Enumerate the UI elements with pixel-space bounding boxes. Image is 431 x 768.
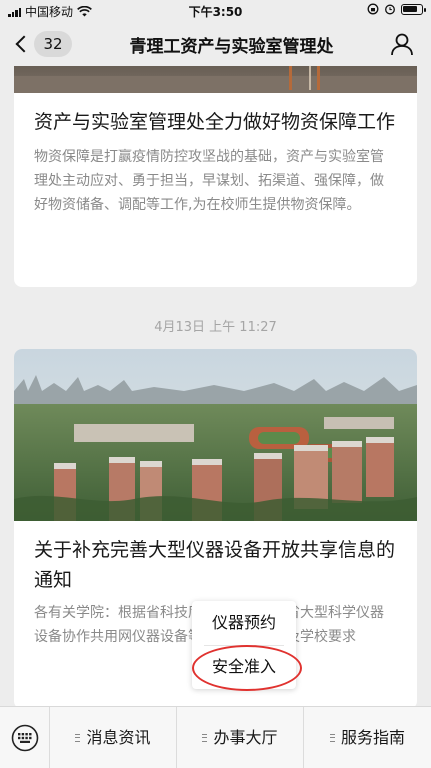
article-image <box>14 66 417 93</box>
person-icon <box>391 33 413 56</box>
back-button[interactable]: 32 <box>12 31 72 57</box>
menu-lines-icon <box>202 733 208 742</box>
menu-service-guide[interactable]: 服务指南 <box>304 707 431 768</box>
article-title: 关于补充完善大型仪器设备开放共享信息的通知 <box>34 539 396 591</box>
orientation-lock-icon <box>367 3 379 15</box>
menu-news[interactable]: 消息资讯 <box>50 707 177 768</box>
battery-icon <box>401 3 426 15</box>
message-timestamp: 4月13日 上午 11:27 <box>154 320 277 335</box>
article-summary: 物资保障是打赢疫情防控攻坚战的基础，资产与实验室管理处主动应对、勇于担当，早谋划… <box>34 149 384 213</box>
status-bar: 中国移动 下午3:50 <box>0 0 431 22</box>
bottom-menu-bar: 消息资讯 办事大厅 服务指南 <box>0 706 431 768</box>
article-card[interactable]: 资产与实验室管理处全力做好物资保障工作 物资保障是打赢疫情防控攻坚战的基础，资产… <box>14 66 417 287</box>
profile-button[interactable] <box>389 31 415 57</box>
nav-bar: 32 青理工资产与实验室管理处 <box>0 22 431 66</box>
menu-lines-icon <box>75 733 81 742</box>
page-title: 青理工资产与实验室管理处 <box>129 37 334 57</box>
menu-service-guide-label: 服务指南 <box>340 728 405 747</box>
status-right <box>367 3 426 15</box>
highlight-circle <box>192 645 302 691</box>
unread-count-badge: 32 <box>34 31 72 57</box>
keyboard-icon <box>11 724 39 752</box>
menu-news-label: 消息资讯 <box>86 728 151 747</box>
article-title: 资产与实验室管理处全力做好物资保障工作 <box>34 111 396 133</box>
menu-service-hall-label: 办事大厅 <box>213 728 278 747</box>
submenu-item-instrument-booking[interactable]: 仪器预约 <box>192 601 296 645</box>
menu-lines-icon <box>329 733 335 742</box>
campus-photo <box>14 349 417 521</box>
chevron-left-icon <box>15 35 33 53</box>
keyboard-toggle-button[interactable] <box>0 707 50 768</box>
alarm-icon <box>385 4 395 15</box>
menu-service-hall[interactable]: 办事大厅 <box>177 707 304 768</box>
